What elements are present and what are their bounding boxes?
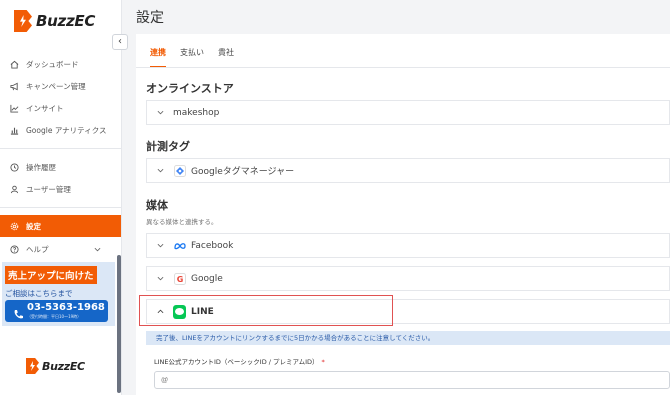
settings-panel: 連携 支払い 貴社 オンラインストア makeshop 計測タグ Googleタ… <box>136 34 670 395</box>
accordion-facebook[interactable]: Facebook <box>146 233 670 258</box>
chevron-up-icon <box>157 307 167 316</box>
sidebar-item-label: ダッシュボード <box>26 59 79 69</box>
phone-hours: （受付時間：平日10〜19時） <box>27 314 82 319</box>
sidebar-item-insight[interactable]: インサイト <box>0 97 121 119</box>
phone-icon <box>13 305 23 324</box>
main-content: 設定 連携 支払い 貴社 オンラインストア makeshop 計測タグ Goog… <box>122 0 670 395</box>
tabs-divider <box>136 67 670 68</box>
accordion-makeshop[interactable]: makeshop <box>146 100 670 125</box>
svg-text:G: G <box>176 275 183 284</box>
settings-tabs: 連携 支払い 貴社 <box>150 47 234 68</box>
google-tag-manager-icon <box>173 164 186 177</box>
google-icon: G <box>173 272 186 285</box>
brand-logo[interactable]: BuzzEC <box>14 10 95 32</box>
promo-subtitle: ご相談はこちらまで <box>5 289 73 298</box>
help-icon <box>10 244 19 254</box>
section-title-online-store: オンラインストア <box>146 82 234 95</box>
accordion-google-tag-manager[interactable]: Googleタグマネージャー <box>146 158 670 183</box>
sidebar-item-label: Google アナリティクス <box>26 125 107 135</box>
megaphone-icon <box>10 82 19 91</box>
accordion-line[interactable]: LINE <box>146 299 670 324</box>
phone-button[interactable]: 03-5363-1968 （受付時間：平日10〜19時） <box>5 300 108 322</box>
accordion-label: makeshop <box>173 107 220 118</box>
chevron-down-icon <box>94 245 101 254</box>
clock-icon <box>10 162 19 172</box>
chevron-down-icon <box>157 274 167 283</box>
promo-title: 売上アップに向けた <box>5 266 97 284</box>
brand-name: BuzzEC <box>36 12 96 30</box>
sidebar-item-label: キャンペーン管理 <box>26 81 86 91</box>
section-title-tracking: 計測タグ <box>146 140 190 153</box>
sidebar-item-label: 設定 <box>26 221 41 231</box>
sidebar-divider <box>0 141 121 149</box>
chevron-down-icon <box>157 166 167 175</box>
footer-logo: BuzzEC <box>26 358 85 374</box>
accordion-label: Facebook <box>191 240 234 251</box>
sidebar-item-settings[interactable]: 設定 <box>0 215 121 237</box>
logo-mark-icon <box>26 358 39 374</box>
sidebar-scrollbar[interactable] <box>117 255 121 393</box>
tab-payments[interactable]: 支払い <box>180 47 204 68</box>
sidebar-collapse-button[interactable]: ‹ <box>112 34 128 50</box>
trend-icon <box>10 104 19 113</box>
required-mark: * <box>321 358 325 366</box>
line-notice: 完了後、LINEをアカウントにリンクするまでに5日かかる場合があることに注意して… <box>146 331 670 345</box>
sidebar-nav: ダッシュボード キャンペーン管理 インサイト Google アナリティクス 操作… <box>0 53 121 260</box>
meta-icon <box>173 239 186 252</box>
line-account-id-label: LINE公式アカウントID（ベーシックID / プレミアムID） * <box>154 356 325 366</box>
field-label-text: LINE公式アカウントID（ベーシックID / プレミアムID） <box>154 358 319 366</box>
contact-banner[interactable]: 売上アップに向けた ご相談はこちらまで 03-5363-1968 （受付時間：平… <box>2 262 115 326</box>
sidebar-item-history[interactable]: 操作履歴 <box>0 156 121 178</box>
section-desc-media: 異なる媒体と連携する。 <box>146 218 218 226</box>
sidebar-item-help[interactable]: ヘルプ <box>0 238 121 260</box>
gear-icon <box>10 222 19 231</box>
chevron-down-icon <box>157 241 167 250</box>
line-account-id-input[interactable] <box>154 371 670 389</box>
bar-chart-icon <box>10 126 19 135</box>
chevron-down-icon <box>157 108 167 117</box>
sidebar-item-label: ユーザー管理 <box>26 184 71 194</box>
sidebar-item-dashboard[interactable]: ダッシュボード <box>0 53 121 75</box>
accordion-google[interactable]: G Google <box>146 266 670 291</box>
phone-number: 03-5363-1968 <box>27 302 105 313</box>
page-title: 設定 <box>136 10 164 26</box>
user-icon <box>10 185 19 194</box>
sidebar-item-users[interactable]: ユーザー管理 <box>0 178 121 200</box>
footer-brand-name: BuzzEC <box>42 359 85 373</box>
tab-company[interactable]: 貴社 <box>218 47 234 68</box>
sidebar-item-analytics[interactable]: Google アナリティクス <box>0 119 121 141</box>
sidebar-divider <box>0 200 121 208</box>
logo-mark-icon <box>14 10 32 32</box>
accordion-label: LINE <box>191 306 214 317</box>
sidebar-item-label: ヘルプ <box>26 244 49 254</box>
sidebar-item-campaigns[interactable]: キャンペーン管理 <box>0 75 121 97</box>
accordion-label: Google <box>191 273 223 284</box>
home-icon <box>10 60 19 69</box>
sidebar-item-label: インサイト <box>26 103 64 113</box>
tab-integrations[interactable]: 連携 <box>150 47 166 68</box>
line-icon <box>173 304 186 319</box>
section-title-media: 媒体 <box>146 199 168 212</box>
sidebar: BuzzEC ダッシュボード キャンペーン管理 インサイト Google アナリ… <box>0 0 122 395</box>
accordion-label: Googleタグマネージャー <box>191 167 295 177</box>
sidebar-item-label: 操作履歴 <box>26 162 56 172</box>
